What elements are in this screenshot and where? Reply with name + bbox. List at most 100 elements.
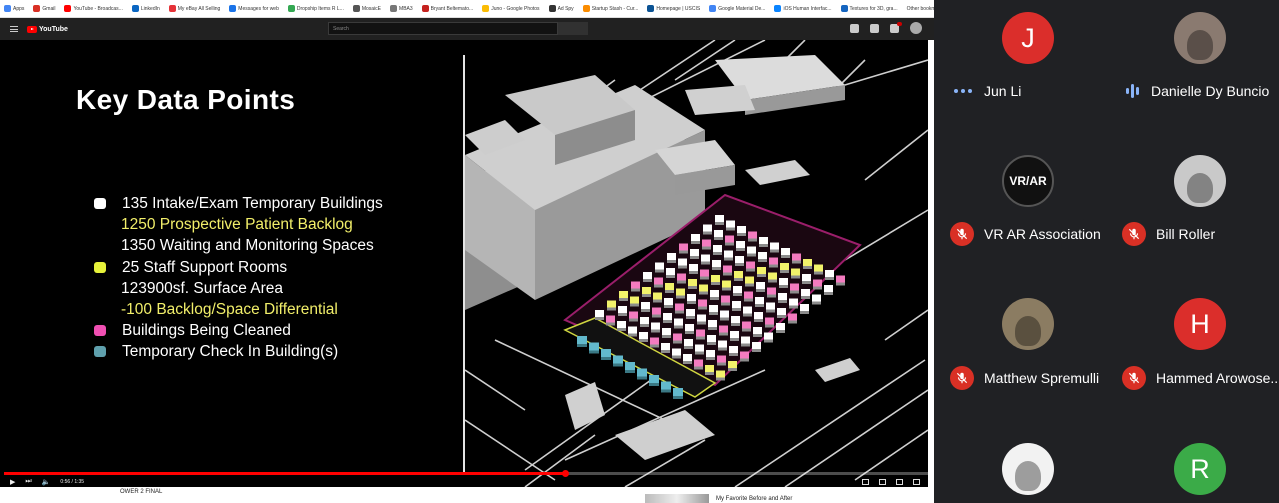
- recommended-title[interactable]: My Favorite Before and After: [716, 496, 792, 502]
- checkin-building: [589, 342, 599, 351]
- bookmark-item[interactable]: Gmail: [33, 5, 55, 12]
- bookmark-favicon-icon: [390, 5, 398, 12]
- temp-building: [663, 313, 672, 320]
- play-icon[interactable]: ▶: [10, 478, 15, 486]
- temp-building: [641, 302, 650, 309]
- temp-building-shadow: [674, 325, 683, 329]
- youtube-logo[interactable]: YouTube: [27, 25, 68, 33]
- bookmark-item[interactable]: MBA3: [390, 5, 413, 12]
- bookmark-item[interactable]: iOS Human Interfac...: [774, 5, 832, 12]
- temp-building-shadow: [778, 300, 787, 303]
- site-plan-render: [465, 40, 928, 487]
- temp-building: [758, 252, 767, 259]
- temp-building-shadow: [735, 263, 744, 266]
- temp-building-shadow: [710, 297, 719, 300]
- temp-building-shadow: [730, 338, 739, 341]
- temp-building: [701, 254, 710, 262]
- temp-building-shadow: [729, 353, 738, 356]
- checkin-building-shadow: [661, 389, 671, 393]
- participant-tile[interactable]: [942, 0, 1114, 503]
- temp-building-shadow: [706, 357, 715, 360]
- checkin-building-shadow: [613, 363, 623, 367]
- participant-tile[interactable]: R: [1114, 0, 1279, 503]
- temp-building: [689, 264, 698, 271]
- temp-building-shadow: [777, 315, 786, 318]
- bookmark-item[interactable]: Juno - Google Photos: [482, 5, 540, 12]
- temp-building-shadow: [734, 278, 743, 281]
- street-line: [844, 209, 928, 261]
- temp-building-shadow: [702, 246, 711, 250]
- settings-icon[interactable]: [862, 478, 869, 485]
- bookmark-item[interactable]: Ad Spy: [548, 5, 574, 12]
- temp-building: [744, 291, 753, 299]
- temp-building-shadow: [639, 339, 648, 342]
- temp-building: [742, 321, 751, 329]
- checkin-building-shadow: [649, 383, 659, 386]
- temp-building: [714, 230, 723, 237]
- bookmark-label: Messages for web: [238, 5, 279, 12]
- bookmark-favicon-icon: [774, 5, 782, 12]
- apps-grid-icon[interactable]: [870, 23, 879, 33]
- bookmark-label: MBA3: [399, 5, 413, 12]
- temp-building-shadow: [742, 328, 751, 332]
- volume-icon[interactable]: 🔈: [42, 478, 51, 486]
- other-bookmarks[interactable]: Other bookmarks: [907, 6, 934, 12]
- temp-building: [778, 293, 787, 300]
- temp-building: [722, 280, 731, 288]
- bookmark-item[interactable]: Textures for 3D, gra...: [840, 5, 898, 12]
- bookmark-item[interactable]: Homepage | USCIS: [647, 5, 700, 12]
- bookmark-item[interactable]: MosaicE: [352, 5, 381, 12]
- fullscreen-icon[interactable]: [913, 478, 920, 485]
- temp-building: [674, 318, 683, 326]
- hamburger-menu-icon[interactable]: [10, 26, 18, 32]
- bookmark-label: Homepage | USCIS: [656, 5, 701, 12]
- search-button[interactable]: [558, 22, 588, 35]
- bookmark-item[interactable]: Startup Stash - Cur...: [582, 5, 638, 12]
- temp-building: [703, 224, 712, 232]
- temp-building: [619, 291, 628, 298]
- legend-item-with-swatch: 135 Intake/Exam Temporary Buildings: [94, 193, 383, 214]
- temp-building-shadow: [675, 310, 684, 314]
- bookmark-item[interactable]: Apps: [4, 5, 24, 12]
- temp-building: [630, 296, 639, 304]
- account-avatar[interactable]: [910, 22, 922, 34]
- bookmark-label: Bryant Beltemato...: [430, 5, 474, 12]
- temp-building-shadow: [630, 303, 639, 307]
- video-progress-bar[interactable]: [4, 470, 928, 477]
- bookmark-label: LinkedIn: [140, 5, 160, 12]
- bookmark-item[interactable]: Dropship Items R L...: [287, 5, 344, 12]
- bookmark-item[interactable]: YouTube - Broadcas...: [64, 5, 123, 12]
- notifications-bell-icon[interactable]: [890, 21, 902, 33]
- temp-building-shadow: [650, 344, 659, 348]
- recommended-thumbnail[interactable]: [645, 494, 709, 503]
- next-icon[interactable]: ⏭: [25, 478, 31, 486]
- temp-building-shadow: [824, 292, 833, 295]
- bookmark-favicon-icon: [229, 5, 237, 12]
- theater-icon[interactable]: [896, 478, 903, 485]
- miniplayer-icon[interactable]: [879, 478, 886, 485]
- temp-building: [752, 342, 761, 349]
- se-roof: [815, 358, 860, 382]
- temp-building: [747, 246, 756, 254]
- checkin-building-shadow: [589, 350, 599, 354]
- search-input[interactable]: Search: [328, 22, 558, 35]
- legend-item-with-swatch: 25 Staff Support Rooms: [94, 257, 383, 278]
- temp-building: [698, 299, 707, 307]
- bookmark-item[interactable]: Messages for web: [229, 5, 279, 12]
- bookmark-item[interactable]: Google Material De...: [709, 5, 765, 12]
- create-video-icon[interactable]: [850, 23, 859, 33]
- temp-building-shadow: [716, 377, 725, 381]
- temp-building: [688, 279, 697, 286]
- temp-building-shadow: [708, 327, 717, 330]
- bookmark-item[interactable]: LinkedIn: [131, 5, 160, 12]
- video-player[interactable]: Key Data Points 135 Intake/Exam Temporar…: [0, 40, 928, 487]
- temp-building: [640, 317, 649, 324]
- header-icons: [850, 21, 922, 34]
- temp-building-shadow: [720, 317, 729, 321]
- temp-building-shadow: [664, 305, 673, 308]
- bookmark-item[interactable]: Bryant Beltemato...: [421, 5, 474, 12]
- bookmarks-bar: Apps Gmail YouTube - Broadcas... LinkedIn My…: [0, 0, 934, 18]
- temp-building: [767, 287, 776, 295]
- temp-building: [707, 335, 716, 342]
- bookmark-item[interactable]: My eBay All Selling: [168, 5, 220, 12]
